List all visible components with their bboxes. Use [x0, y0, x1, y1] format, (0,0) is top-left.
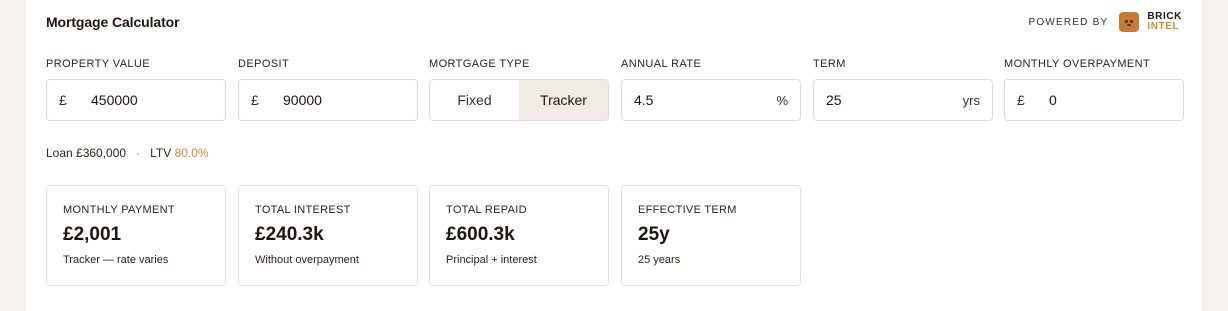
powered-by-label: POWERED BY — [1028, 16, 1109, 28]
deposit-label: DEPOSIT — [238, 58, 290, 70]
total-interest-card: TOTAL INTEREST £240.3k Without overpayme… — [238, 185, 418, 286]
loan-amount: Loan £360,000 — [46, 146, 127, 160]
annual-rate-value: 4.5 — [634, 92, 654, 108]
stat-subtext: Tracker — rate varies — [63, 254, 169, 266]
stat-subtext: Without overpayment — [255, 254, 359, 266]
monthly-overpayment-label: MONTHLY OVERPAYMENT — [1004, 58, 1151, 70]
stat-label: TOTAL INTEREST — [255, 204, 351, 216]
stat-label: EFFECTIVE TERM — [638, 204, 737, 216]
term-label: TERM — [813, 58, 846, 70]
mortgage-type-tracker-option[interactable]: Tracker — [519, 80, 608, 120]
property-value-input[interactable]: £ 450000 — [46, 79, 226, 121]
brand-name: BRICK INTEL — [1147, 12, 1182, 32]
total-repaid-card: TOTAL REPAID £600.3k Principal + interes… — [429, 185, 609, 286]
stat-value: £600.3k — [446, 224, 515, 245]
years-suffix: yrs — [962, 92, 980, 108]
property-value-value: 450000 — [91, 92, 138, 108]
monthly-overpayment-field: MONTHLY OVERPAYMENT £ 0 — [1004, 58, 1184, 121]
annual-rate-input[interactable]: 4.5 % — [621, 79, 801, 121]
mortgage-calculator-card: Mortgage Calculator POWERED BY BRICK INT… — [25, 0, 1203, 311]
property-value-label: PROPERTY VALUE — [46, 58, 151, 70]
annual-rate-field: ANNUAL RATE 4.5 % — [621, 58, 801, 121]
deposit-value: 90000 — [283, 92, 322, 108]
deposit-field: DEPOSIT £ 90000 — [238, 58, 418, 121]
stat-value: £240.3k — [255, 224, 324, 245]
mortgage-type-label: MORTGAGE TYPE — [429, 58, 530, 70]
monthly-payment-card: MONTHLY PAYMENT £2,001 Tracker — rate va… — [46, 185, 226, 286]
brick-intel-logo-icon — [1119, 12, 1140, 32]
stat-value: 25y — [638, 224, 670, 245]
monthly-overpayment-value: 0 — [1049, 92, 1057, 108]
stat-value: £2,001 — [63, 224, 122, 245]
stat-subtext: 25 years — [638, 254, 681, 266]
mortgage-type-toggle: Fixed Tracker — [429, 79, 609, 121]
monthly-overpayment-input[interactable]: £ 0 — [1004, 79, 1184, 121]
currency-prefix: £ — [1017, 92, 1025, 108]
term-field: TERM 25 yrs — [813, 58, 993, 121]
stat-label: MONTHLY PAYMENT — [63, 204, 175, 216]
mortgage-type-field: MORTGAGE TYPE Fixed Tracker — [429, 58, 609, 121]
ltv-value: 80.0% — [174, 146, 209, 160]
stat-label: TOTAL REPAID — [446, 204, 527, 216]
deposit-input[interactable]: £ 90000 — [238, 79, 418, 121]
mortgage-type-fixed-option[interactable]: Fixed — [430, 80, 519, 120]
summary-separator: · — [136, 146, 141, 160]
effective-term-card: EFFECTIVE TERM 25y 25 years — [621, 185, 801, 286]
term-value: 25 — [826, 92, 842, 108]
loan-summary: Loan £360,000 · LTV 80.0% — [46, 146, 209, 160]
powered-by: POWERED BY BRICK INTEL — [1029, 12, 1182, 32]
property-value-field: PROPERTY VALUE £ 450000 — [46, 58, 226, 121]
stat-subtext: Principal + interest — [446, 254, 537, 266]
term-input[interactable]: 25 yrs — [813, 79, 993, 121]
page-title: Mortgage Calculator — [46, 14, 180, 30]
annual-rate-label: ANNUAL RATE — [621, 58, 702, 70]
ltv-label: LTV — [150, 146, 172, 160]
percent-suffix: % — [776, 92, 788, 108]
brand-line-2: INTEL — [1147, 21, 1180, 32]
currency-prefix: £ — [251, 92, 259, 108]
currency-prefix: £ — [59, 92, 67, 108]
